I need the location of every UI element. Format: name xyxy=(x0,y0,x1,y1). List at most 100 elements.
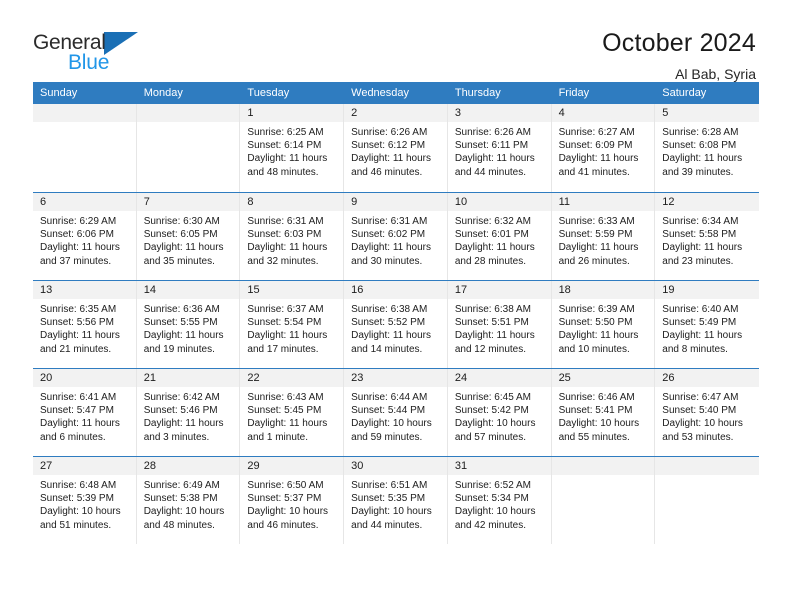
daylight-text: Daylight: 11 hours and 39 minutes. xyxy=(662,153,743,178)
day-cell[interactable]: 20 Sunrise: 6:41 AM Sunset: 5:47 PM Dayligh… xyxy=(33,369,137,456)
sunrise-text: Sunrise: 6:37 AM xyxy=(247,304,324,315)
sunrise-text: Sunrise: 6:32 AM xyxy=(454,216,531,227)
weekday-header-saturday: Saturday xyxy=(662,87,707,99)
day-cell[interactable]: 11 Sunrise: 6:33 AM Sunset: 5:59 PM Dayligh… xyxy=(551,193,656,280)
sunrise-text: Sunrise: 6:31 AM xyxy=(247,216,324,227)
daylight-text: Daylight: 10 hours and 42 minutes. xyxy=(454,506,536,531)
day-cell[interactable]: 30 Sunrise: 6:51 AM Sunset: 5:35 PM Dayligh… xyxy=(344,457,448,544)
day-details: Sunrise: 6:35 AM Sunset: 5:56 PM Daylight:… xyxy=(33,299,136,356)
sunset-text: Sunset: 5:58 PM xyxy=(662,229,737,241)
general-blue-logo[interactable]: General Blue xyxy=(33,26,153,78)
sunset-text: Sunset: 5:47 PM xyxy=(40,405,114,417)
calendar-grid: Sunday Monday Tuesday Wednesday Thursday Frid… xyxy=(33,82,759,544)
day-cell[interactable]: 15 Sunrise: 6:37 AM Sunset: 5:54 PM Dayligh… xyxy=(240,281,345,368)
day-number: 27 xyxy=(33,457,136,475)
day-cell[interactable]: 26 Sunrise: 6:47 AM Sunset: 5:40 PM Dayligh… xyxy=(655,369,759,456)
day-cell[interactable]: 1 Sunrise: 6:25 AM Sunset: 6:14 PM Daylight… xyxy=(240,104,345,192)
daylight-text: Daylight: 11 hours and 19 minutes. xyxy=(143,330,224,355)
daylight-text: Daylight: 11 hours and 14 minutes. xyxy=(351,330,431,355)
sunset-text: Sunset: 5:38 PM xyxy=(143,493,218,505)
sunset-text: Sunset: 6:03 PM xyxy=(247,229,322,241)
day-details: Sunrise: 6:36 AM Sunset: 5:55 PM Daylight:… xyxy=(137,299,240,356)
day-cell[interactable]: 3 Sunrise: 6:26 AM Sunset: 6:11 PM Daylight… xyxy=(447,104,552,192)
day-cell[interactable]: 13 Sunrise: 6:35 AM Sunset: 5:56 PM Dayligh… xyxy=(33,281,137,368)
day-number: 15 xyxy=(240,281,344,299)
sunrise-text: Sunrise: 6:47 AM xyxy=(662,392,739,403)
day-number: 4 xyxy=(551,104,655,122)
day-cell[interactable]: 6 Sunrise: 6:29 AM Sunset: 6:06 PM Daylight… xyxy=(33,193,137,280)
daylight-text: Daylight: 11 hours and 3 minutes. xyxy=(143,418,224,443)
day-cell-empty xyxy=(33,104,137,192)
day-cell[interactable]: 17 Sunrise: 6:38 AM Sunset: 5:51 PM Dayligh… xyxy=(447,281,552,368)
sunset-text: Sunset: 5:35 PM xyxy=(351,493,426,505)
sunrise-text: Sunrise: 6:26 AM xyxy=(454,127,531,138)
sunrise-text: Sunrise: 6:49 AM xyxy=(143,480,220,491)
daylight-text: Daylight: 11 hours and 12 minutes. xyxy=(454,330,535,355)
daylight-text: Daylight: 10 hours and 44 minutes. xyxy=(351,506,432,531)
day-cell[interactable]: 31 Sunrise: 6:52 AM Sunset: 5:34 PM Dayligh… xyxy=(447,457,552,544)
day-details: Sunrise: 6:32 AM Sunset: 6:01 PM Daylight:… xyxy=(448,211,551,268)
day-details: Sunrise: 6:39 AM Sunset: 5:50 PM Daylight:… xyxy=(552,299,655,356)
day-cell[interactable]: 12 Sunrise: 6:34 AM Sunset: 5:58 PM Dayligh… xyxy=(655,193,759,280)
day-cell[interactable]: 7 Sunrise: 6:30 AM Sunset: 6:05 PM Daylight… xyxy=(136,193,241,280)
day-details: Sunrise: 6:38 AM Sunset: 5:51 PM Daylight:… xyxy=(448,299,551,356)
day-cell[interactable]: 21 Sunrise: 6:42 AM Sunset: 5:46 PM Dayligh… xyxy=(136,369,241,456)
day-cell[interactable]: 8 Sunrise: 6:31 AM Sunset: 6:03 PM Daylight… xyxy=(240,193,345,280)
sunset-text: Sunset: 5:50 PM xyxy=(558,317,633,329)
day-number: 25 xyxy=(551,369,655,387)
day-cell[interactable]: 16 Sunrise: 6:38 AM Sunset: 5:52 PM Dayligh… xyxy=(344,281,448,368)
weekday-header-wednesday: Wednesday xyxy=(351,87,410,99)
day-cell[interactable]: 9 Sunrise: 6:31 AM Sunset: 6:02 PM Daylight… xyxy=(344,193,448,280)
sunrise-text: Sunrise: 6:40 AM xyxy=(662,304,739,315)
day-cell[interactable]: 19 Sunrise: 6:40 AM Sunset: 5:49 PM Dayligh… xyxy=(655,281,759,368)
calendar-week-row: 1 Sunrise: 6:25 AM Sunset: 6:14 PM Daylight… xyxy=(33,104,759,192)
day-number: 30 xyxy=(344,457,447,475)
sunrise-text: Sunrise: 6:43 AM xyxy=(247,392,324,403)
day-cell[interactable]: 29 Sunrise: 6:50 AM Sunset: 5:37 PM Dayligh… xyxy=(240,457,345,544)
daylight-text: Daylight: 11 hours and 23 minutes. xyxy=(662,242,743,267)
daylight-text: Daylight: 11 hours and 32 minutes. xyxy=(247,242,328,267)
day-number: 10 xyxy=(447,193,551,211)
daylight-text: Daylight: 11 hours and 41 minutes. xyxy=(558,153,639,178)
day-cell[interactable]: 27 Sunrise: 6:48 AM Sunset: 5:39 PM Dayligh… xyxy=(33,457,137,544)
day-cell[interactable]: 22 Sunrise: 6:43 AM Sunset: 5:45 PM Dayligh… xyxy=(240,369,345,456)
sunset-text: Sunset: 6:02 PM xyxy=(351,229,426,241)
day-number: 13 xyxy=(33,281,136,299)
day-cell[interactable]: 18 Sunrise: 6:39 AM Sunset: 5:50 PM Dayligh… xyxy=(551,281,656,368)
calendar-week-row: 6 Sunrise: 6:29 AM Sunset: 6:06 PM Daylight… xyxy=(33,192,759,280)
sunrise-text: Sunrise: 6:51 AM xyxy=(351,480,428,491)
calendar-weeks: 1 Sunrise: 6:25 AM Sunset: 6:14 PM Daylight… xyxy=(33,104,759,544)
day-details: Sunrise: 6:31 AM Sunset: 6:03 PM Daylight:… xyxy=(240,211,343,268)
weekday-header-sunday: Sunday xyxy=(40,87,78,99)
day-cell[interactable]: 10 Sunrise: 6:32 AM Sunset: 6:01 PM Dayligh… xyxy=(447,193,552,280)
day-number xyxy=(33,104,136,122)
day-details: Sunrise: 6:38 AM Sunset: 5:52 PM Daylight:… xyxy=(344,299,447,356)
day-cell[interactable]: 24 Sunrise: 6:45 AM Sunset: 5:42 PM Dayligh… xyxy=(447,369,552,456)
day-cell-empty xyxy=(551,457,656,544)
day-cell[interactable]: 14 Sunrise: 6:36 AM Sunset: 5:55 PM Dayligh… xyxy=(136,281,241,368)
day-number xyxy=(136,104,240,122)
location-subtitle: Al Bab, Syria xyxy=(675,66,756,82)
sunrise-text: Sunrise: 6:45 AM xyxy=(454,392,531,403)
day-cell[interactable]: 5 Sunrise: 6:28 AM Sunset: 6:08 PM Daylight… xyxy=(655,104,759,192)
sunset-text: Sunset: 6:01 PM xyxy=(454,229,529,241)
day-cell[interactable]: 4 Sunrise: 6:27 AM Sunset: 6:09 PM Daylight… xyxy=(551,104,656,192)
day-cell[interactable]: 25 Sunrise: 6:46 AM Sunset: 5:41 PM Dayligh… xyxy=(551,369,656,456)
day-details: Sunrise: 6:44 AM Sunset: 5:44 PM Daylight:… xyxy=(344,387,447,444)
sunset-text: Sunset: 5:51 PM xyxy=(454,317,529,329)
day-details: Sunrise: 6:27 AM Sunset: 6:09 PM Daylight:… xyxy=(552,122,655,179)
sunset-text: Sunset: 5:39 PM xyxy=(40,493,114,505)
day-cell[interactable]: 2 Sunrise: 6:26 AM Sunset: 6:12 PM Daylight… xyxy=(344,104,448,192)
day-number: 20 xyxy=(33,369,136,387)
day-details: Sunrise: 6:33 AM Sunset: 5:59 PM Daylight:… xyxy=(552,211,655,268)
day-cell[interactable]: 23 Sunrise: 6:44 AM Sunset: 5:44 PM Dayligh… xyxy=(344,369,448,456)
day-details: Sunrise: 6:29 AM Sunset: 6:06 PM Daylight:… xyxy=(33,211,136,268)
sunset-text: Sunset: 5:44 PM xyxy=(351,405,426,417)
day-cell[interactable]: 28 Sunrise: 6:49 AM Sunset: 5:38 PM Dayligh… xyxy=(136,457,241,544)
logo-text-general: General xyxy=(33,31,106,54)
sunset-text: Sunset: 5:49 PM xyxy=(662,317,737,329)
day-number: 11 xyxy=(551,193,655,211)
day-details: Sunrise: 6:31 AM Sunset: 6:02 PM Daylight:… xyxy=(344,211,447,268)
sunrise-text: Sunrise: 6:36 AM xyxy=(143,304,220,315)
day-number: 23 xyxy=(344,369,447,387)
